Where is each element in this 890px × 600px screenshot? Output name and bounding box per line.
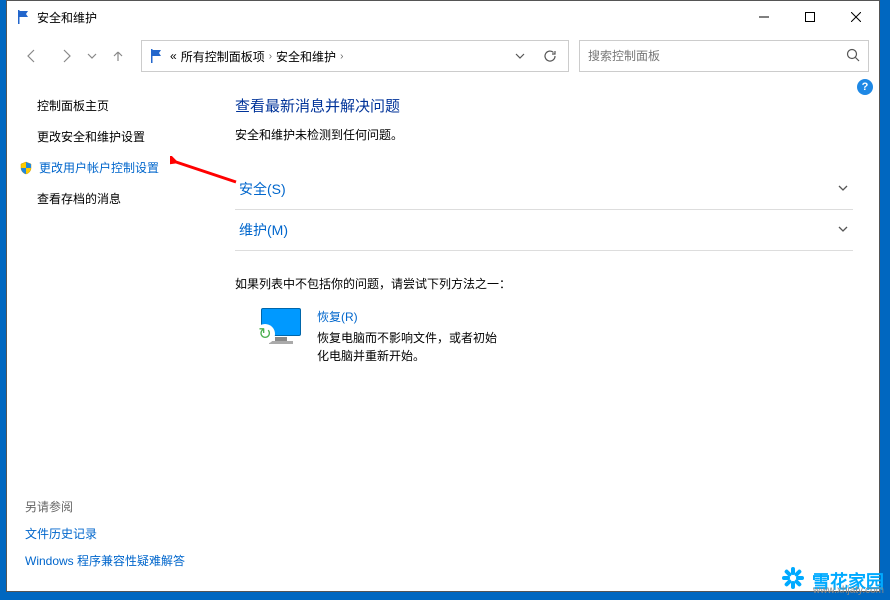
sidebar-label: 文件历史记录 bbox=[25, 527, 97, 541]
navbar: « 所有控制面板项 › 安全和维护 › bbox=[7, 33, 879, 79]
body: 控制面板主页 更改安全和维护设置 更改用户帐户控制设置 查看存档的消息 bbox=[7, 79, 879, 591]
back-button[interactable] bbox=[17, 41, 47, 71]
flag-icon bbox=[148, 48, 164, 64]
sidebar-label: Windows 程序兼容性疑难解答 bbox=[25, 554, 185, 568]
main-content: ? 查看最新消息并解决问题 安全和维护未检测到任何问题。 安全(S) 维护(M)… bbox=[219, 79, 879, 591]
sidebar-label: 控制面板主页 bbox=[37, 97, 109, 114]
help-button[interactable]: ? bbox=[857, 79, 873, 95]
sidebar-change-security-settings[interactable]: 更改安全和维护设置 bbox=[37, 128, 203, 145]
recover-icon: ↻ bbox=[261, 308, 303, 344]
sidebar: 控制面板主页 更改安全和维护设置 更改用户帐户控制设置 查看存档的消息 bbox=[7, 79, 219, 591]
sidebar-label: 更改安全和维护设置 bbox=[37, 128, 145, 145]
sidebar-view-archived[interactable]: 查看存档的消息 bbox=[37, 190, 203, 207]
search-input[interactable] bbox=[588, 49, 846, 63]
snowflake-icon bbox=[780, 565, 806, 596]
see-also-label: 另请参阅 bbox=[25, 498, 203, 515]
up-button[interactable] bbox=[103, 41, 133, 71]
window: 安全和维护 bbox=[6, 0, 880, 592]
titlebar: 安全和维护 bbox=[7, 1, 879, 33]
page-subtitle: 安全和维护未检测到任何问题。 bbox=[235, 126, 853, 143]
sidebar-compat-troubleshoot[interactable]: Windows 程序兼容性疑难解答 bbox=[25, 552, 203, 569]
sidebar-home[interactable]: 控制面板主页 bbox=[37, 97, 203, 114]
breadcrumb: « 所有控制面板项 › 安全和维护 › bbox=[170, 48, 502, 65]
watermark: 雪花家园 www.xhjaty.com bbox=[780, 565, 884, 596]
breadcrumb-item[interactable]: 安全和维护 bbox=[276, 48, 336, 65]
page-title: 查看最新消息并解决问题 bbox=[235, 95, 853, 116]
further-text: 如果列表中不包括你的问题，请尝试下列方法之一： bbox=[235, 275, 853, 292]
sidebar-change-uac-settings[interactable]: 更改用户帐户控制设置 bbox=[19, 159, 203, 176]
watermark-sub: www.xhjaty.com bbox=[813, 585, 884, 596]
minimize-button[interactable] bbox=[741, 1, 787, 33]
sidebar-label: 更改用户帐户控制设置 bbox=[39, 159, 159, 176]
recover-block: ↻ 恢复(R) 恢复电脑而不影响文件，或者初始化电脑并重新开始。 bbox=[235, 308, 853, 365]
flag-icon bbox=[15, 9, 31, 25]
recent-dropdown[interactable] bbox=[85, 41, 99, 71]
chevron-down-icon bbox=[837, 223, 849, 238]
section-label: 安全(S) bbox=[239, 179, 286, 199]
maximize-button[interactable] bbox=[787, 1, 833, 33]
chevron-right-icon: › bbox=[340, 51, 343, 62]
help-label: ? bbox=[862, 81, 869, 93]
chevron-right-icon: › bbox=[269, 51, 272, 62]
address-bar[interactable]: « 所有控制面板项 › 安全和维护 › bbox=[141, 40, 569, 72]
shield-icon bbox=[19, 161, 33, 175]
search-icon[interactable] bbox=[846, 48, 860, 65]
sidebar-file-history[interactable]: 文件历史记录 bbox=[25, 525, 203, 542]
window-title: 安全和维护 bbox=[37, 9, 97, 26]
chevron-down-icon bbox=[837, 182, 849, 197]
maintenance-section[interactable]: 维护(M) bbox=[235, 210, 853, 251]
breadcrumb-item[interactable]: 所有控制面板项 bbox=[181, 48, 265, 65]
close-button[interactable] bbox=[833, 1, 879, 33]
security-section[interactable]: 安全(S) bbox=[235, 169, 853, 210]
breadcrumb-prefix: « bbox=[170, 49, 177, 63]
refresh-button[interactable] bbox=[538, 41, 562, 71]
address-dropdown[interactable] bbox=[508, 41, 532, 71]
recover-desc: 恢复电脑而不影响文件，或者初始化电脑并重新开始。 bbox=[317, 329, 507, 365]
recover-link[interactable]: 恢复(R) bbox=[317, 308, 507, 325]
sidebar-label: 查看存档的消息 bbox=[37, 190, 121, 207]
search-bar[interactable] bbox=[579, 40, 869, 72]
forward-button[interactable] bbox=[51, 41, 81, 71]
section-label: 维护(M) bbox=[239, 220, 288, 240]
